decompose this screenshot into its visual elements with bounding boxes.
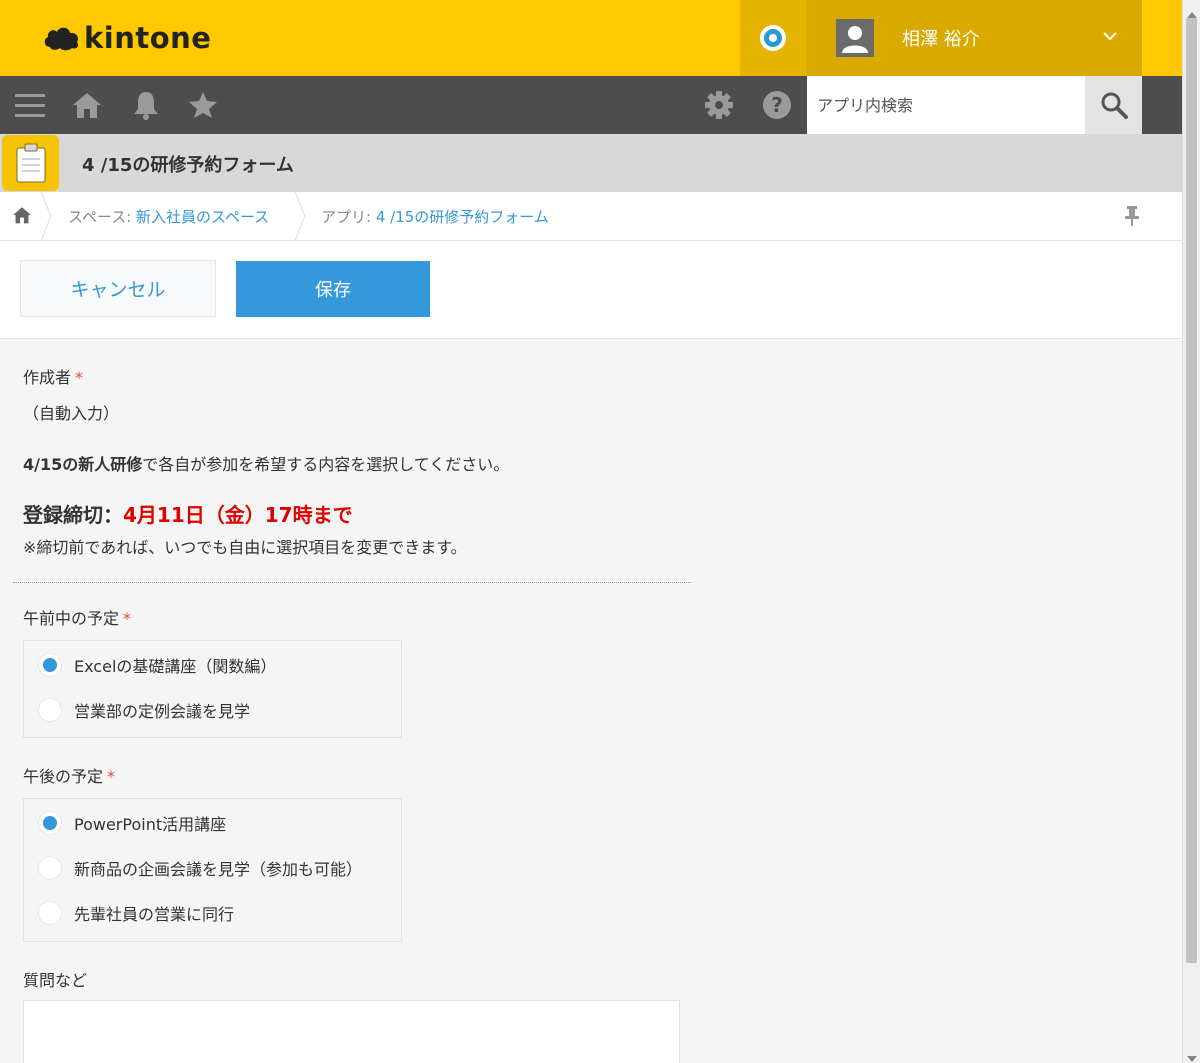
- afternoon-label-text: 午後の予定: [23, 767, 104, 786]
- creator-value: （自動入力）: [23, 404, 120, 423]
- creator-label-text: 作成者: [23, 368, 72, 387]
- afternoon-option-label: 新商品の企画会議を見学（参加も可能）: [74, 860, 363, 879]
- app-search-box: [807, 76, 1085, 134]
- required-mark: *: [123, 609, 132, 628]
- breadcrumb-app[interactable]: アプリ: 4 /15の研修予約フォーム: [321, 206, 549, 227]
- deadline-note: ※締切前であれば、いつでも自由に選択項目を変更できます。: [23, 538, 467, 557]
- radio-button[interactable]: [38, 901, 62, 925]
- deadline-label: 登録締切：: [23, 503, 123, 527]
- afternoon-radio-group: PowerPoint活用講座 新商品の企画会議を見学（参加も可能） 先輩社員の営…: [23, 798, 402, 942]
- notification-ring-icon: [760, 25, 786, 51]
- logo-text: kintone: [84, 21, 212, 55]
- save-button[interactable]: 保存: [236, 261, 430, 317]
- questions-textarea[interactable]: [23, 1000, 680, 1063]
- deadline-value: 4月11日（金）17時まで: [123, 503, 353, 527]
- breadcrumb-app-link[interactable]: 4 /15の研修予約フォーム: [376, 208, 549, 226]
- bell-icon[interactable]: [131, 90, 161, 120]
- app-toolbar: ?: [0, 76, 1182, 134]
- deadline-text: 登録締切：4月11日（金）17時まで: [23, 499, 353, 528]
- afternoon-option-label: 先輩社員の営業に同行: [74, 905, 235, 924]
- radio-button-selected[interactable]: [38, 653, 62, 677]
- record-form: 作成者 * （自動入力） 4/15の新人研修で各自が参加を希望する内容を選択してく…: [0, 340, 1182, 1063]
- intro-text: 4/15の新人研修で各自が参加を希望する内容を選択してください。: [23, 451, 509, 475]
- afternoon-field-label: 午後の予定 *: [23, 763, 115, 787]
- morning-radio-group: Excelの基礎講座（関数編） 営業部の定例会議を見学: [23, 640, 402, 738]
- clipboard-icon: [2, 135, 59, 191]
- vertical-scrollbar[interactable]: [1182, 0, 1200, 1063]
- morning-option-label: Excelの基礎講座（関数編）: [74, 657, 277, 676]
- avatar-icon: [836, 19, 874, 57]
- help-icon[interactable]: ?: [762, 90, 792, 120]
- breadcrumb: スペース: 新入社員のスペース アプリ: 4 /15の研修予約フォーム: [0, 191, 1182, 242]
- breadcrumb-separator: [40, 191, 52, 245]
- kintone-cloud-icon: [42, 23, 82, 53]
- star-icon[interactable]: [188, 90, 218, 120]
- afternoon-option-1[interactable]: 新商品の企画会議を見学（参加も可能）: [38, 855, 362, 881]
- section-divider: [13, 582, 691, 583]
- required-mark: *: [107, 767, 116, 786]
- intro-rest: で各自が参加を希望する内容を選択してください。: [142, 455, 510, 474]
- home-icon[interactable]: [12, 206, 32, 228]
- home-icon[interactable]: [72, 90, 102, 120]
- morning-option-1[interactable]: 営業部の定例会議を見学: [38, 697, 250, 723]
- pin-icon[interactable]: [1124, 205, 1140, 231]
- app-title-bar: 4 /15の研修予約フォーム: [0, 134, 1182, 192]
- scroll-down-arrow-icon[interactable]: [1187, 1048, 1197, 1063]
- scrollbar-thumb[interactable]: [1186, 18, 1197, 963]
- radio-button[interactable]: [38, 856, 62, 880]
- radio-button-selected[interactable]: [38, 811, 62, 835]
- search-icon: [1101, 92, 1128, 119]
- afternoon-option-0[interactable]: PowerPoint活用講座: [38, 810, 226, 836]
- gear-icon[interactable]: [704, 90, 734, 120]
- search-input[interactable]: [807, 76, 1085, 134]
- afternoon-option-label: PowerPoint活用講座: [74, 815, 227, 834]
- radio-dot: [43, 658, 57, 672]
- creator-field-label: 作成者 *: [23, 364, 83, 388]
- required-mark: *: [75, 368, 84, 387]
- record-action-bar: キャンセル 保存: [0, 241, 1182, 339]
- breadcrumb-space[interactable]: スペース: 新入社員のスペース: [68, 206, 269, 227]
- morning-field-label: 午前中の予定 *: [23, 605, 131, 629]
- intro-bold: 4/15の新人研修: [23, 455, 143, 474]
- breadcrumb-space-link[interactable]: 新入社員のスペース: [136, 208, 269, 226]
- user-name: 相澤 裕介: [902, 29, 980, 50]
- radio-button[interactable]: [38, 698, 62, 722]
- svg-text:?: ?: [771, 93, 783, 117]
- breadcrumb-separator: [294, 191, 306, 245]
- breadcrumb-space-prefix: スペース:: [68, 208, 132, 226]
- questions-field-label: 質問など: [23, 971, 88, 990]
- cancel-button[interactable]: キャンセル: [20, 260, 216, 317]
- morning-label-text: 午前中の予定: [23, 609, 120, 628]
- chevron-down-icon: [1102, 28, 1118, 48]
- radio-dot: [43, 816, 57, 830]
- notification-indicator[interactable]: [740, 0, 806, 76]
- morning-option-0[interactable]: Excelの基礎講座（関数編）: [38, 652, 276, 678]
- menu-icon[interactable]: [15, 90, 45, 120]
- kintone-logo[interactable]: kintone: [42, 20, 211, 56]
- search-button[interactable]: [1085, 76, 1142, 134]
- breadcrumb-app-prefix: アプリ:: [321, 208, 372, 226]
- app-title: 4 /15の研修予約フォーム: [82, 155, 294, 176]
- user-menu[interactable]: 相澤 裕介: [806, 0, 1142, 76]
- morning-option-label: 営業部の定例会議を見学: [74, 702, 251, 721]
- global-header: kintone 相澤 裕介: [0, 0, 1182, 76]
- afternoon-option-2[interactable]: 先輩社員の営業に同行: [38, 900, 234, 926]
